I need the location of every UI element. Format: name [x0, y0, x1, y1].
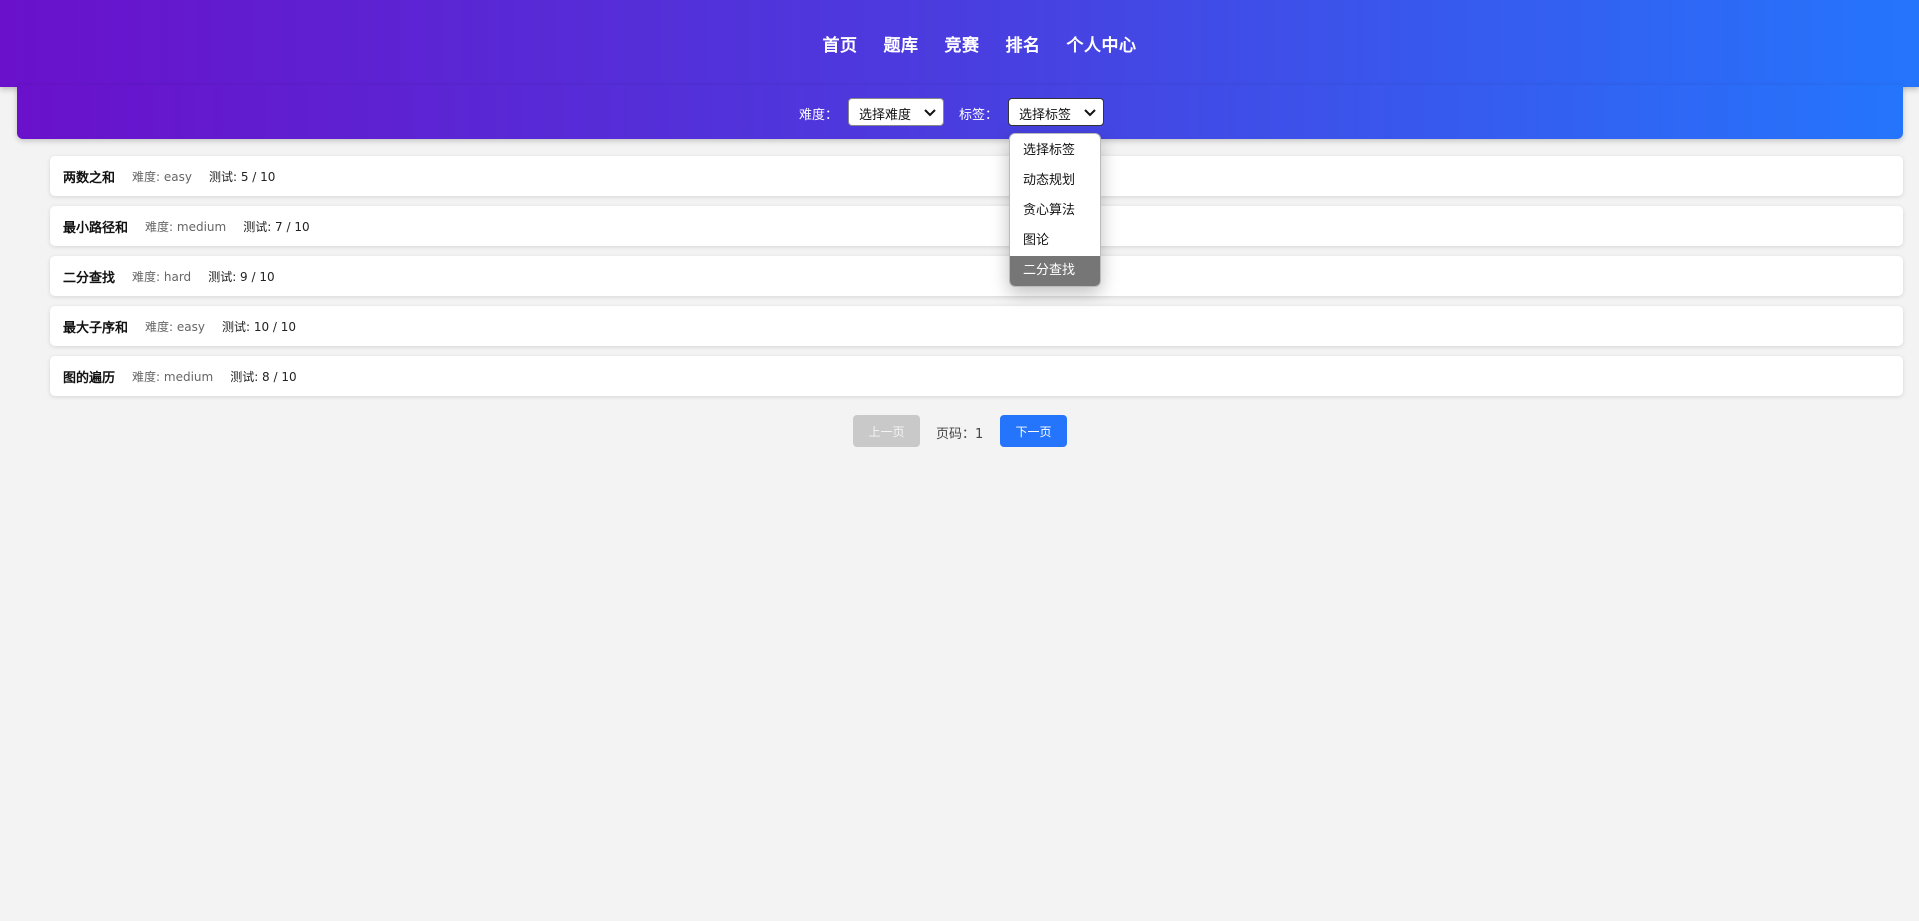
next-page-button[interactable]: 下一页	[1000, 415, 1067, 447]
tag-option[interactable]: 选择标签	[1010, 136, 1100, 166]
problem-tests: 测试: 7 / 10	[243, 219, 310, 234]
problem-difficulty: 难度: hard	[132, 269, 192, 284]
nav-link-ranking[interactable]: 排名	[1006, 31, 1041, 56]
top-navigation: 首页 题库 竞赛 排名 个人中心	[0, 0, 1919, 87]
problem-difficulty: 难度: easy	[145, 319, 205, 334]
tag-option[interactable]: 图论	[1010, 226, 1100, 256]
problem-list: 两数之和 难度: easy 测试: 5 / 10 最小路径和 难度: mediu…	[50, 156, 1903, 406]
problem-title[interactable]: 最大子序和	[63, 317, 128, 336]
nav-link-problems[interactable]: 题库	[884, 31, 919, 56]
problem-title[interactable]: 两数之和	[63, 167, 115, 186]
page-number: 页码：1	[936, 427, 984, 442]
tag-option-highlighted[interactable]: 二分查找	[1010, 256, 1100, 286]
problem-item[interactable]: 最大子序和 难度: easy 测试: 10 / 10	[50, 306, 1903, 346]
problem-title[interactable]: 最小路径和	[63, 217, 128, 236]
problem-item[interactable]: 最小路径和 难度: medium 测试: 7 / 10	[50, 206, 1903, 246]
problem-item[interactable]: 图的遍历 难度: medium 测试: 8 / 10	[50, 356, 1903, 396]
prev-page-button[interactable]: 上一页	[853, 415, 920, 447]
difficulty-select-value: 选择难度	[859, 108, 912, 123]
tag-dropdown-list: 选择标签 动态规划 贪心算法 图论 二分查找	[1009, 133, 1101, 287]
tag-select[interactable]: 选择标签	[1008, 98, 1104, 126]
nav-link-contests[interactable]: 竞赛	[945, 31, 980, 56]
chevron-down-icon	[1084, 109, 1096, 117]
filter-bar: 难度： 选择难度 标签： 选择标签	[17, 85, 1903, 139]
problem-item[interactable]: 两数之和 难度: easy 测试: 5 / 10	[50, 156, 1903, 196]
problem-tests: 测试: 9 / 10	[208, 269, 275, 284]
problem-title[interactable]: 图的遍历	[63, 367, 115, 386]
problem-title[interactable]: 二分查找	[63, 267, 115, 286]
problem-difficulty: 难度: easy	[132, 169, 192, 184]
nav-link-profile[interactable]: 个人中心	[1067, 31, 1137, 56]
problem-item[interactable]: 二分查找 难度: hard 测试: 9 / 10	[50, 256, 1903, 296]
tag-option[interactable]: 贪心算法	[1010, 196, 1100, 226]
nav-link-home[interactable]: 首页	[823, 31, 858, 56]
problem-tests: 测试: 10 / 10	[221, 319, 297, 334]
problem-difficulty: 难度: medium	[132, 369, 214, 384]
tag-select-value: 选择标签	[1019, 108, 1072, 123]
difficulty-select[interactable]: 选择难度	[848, 98, 944, 126]
problem-difficulty: 难度: medium	[145, 219, 227, 234]
problem-tests: 测试: 8 / 10	[230, 369, 297, 384]
difficulty-label: 难度：	[799, 108, 839, 123]
problem-tests: 测试: 5 / 10	[208, 169, 276, 184]
tag-label: 标签：	[959, 108, 999, 123]
tag-option[interactable]: 动态规划	[1010, 166, 1100, 196]
chevron-down-icon	[924, 109, 936, 117]
pagination: 上一页 页码：1 下一页	[0, 415, 1919, 448]
